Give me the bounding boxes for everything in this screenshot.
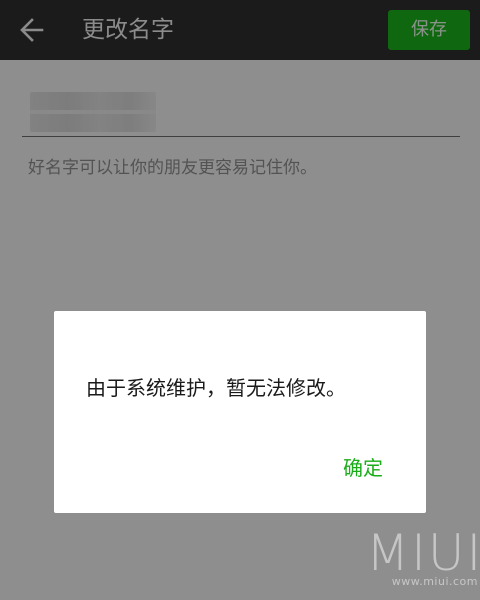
miui-watermark: MIUI www.miui.com (366, 524, 480, 588)
confirm-button[interactable]: 确定 (328, 451, 398, 485)
dialog-message: 由于系统维护，暂无法修改。 (86, 376, 346, 400)
alert-dialog: 由于系统维护，暂无法修改。 确定 (54, 311, 426, 513)
watermark-logo: MIUI (366, 524, 480, 582)
